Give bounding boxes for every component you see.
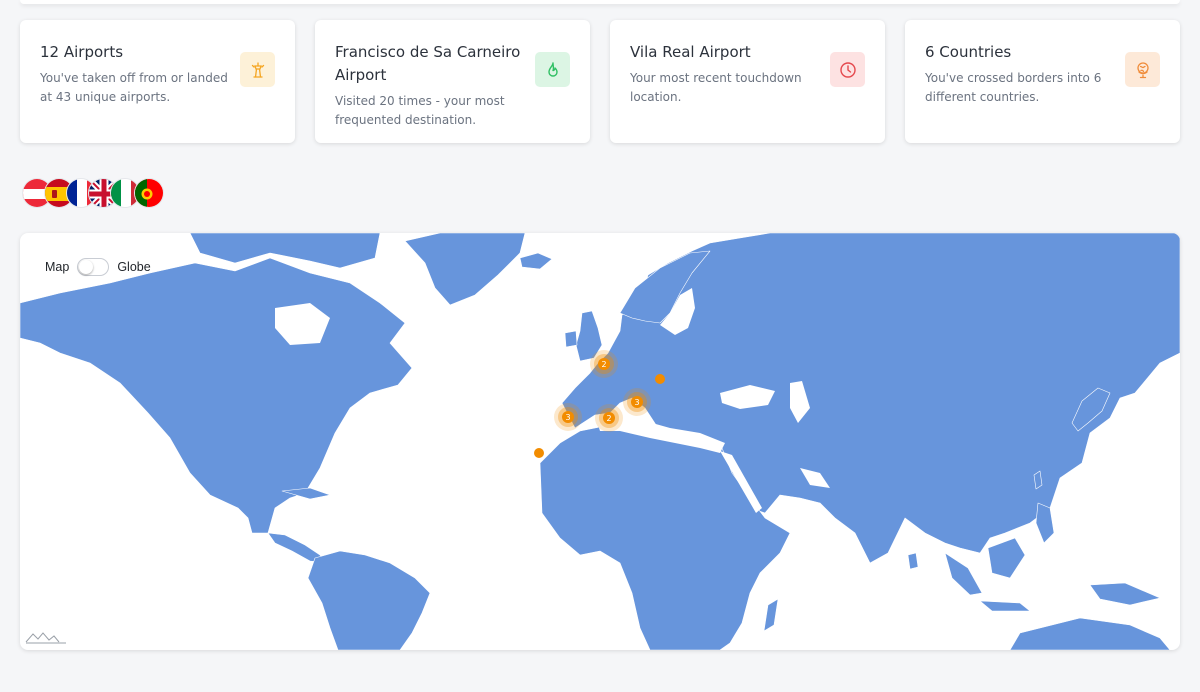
land-australia	[1009, 617, 1171, 650]
land-iceland	[519, 252, 553, 270]
toggle-knob[interactable]	[79, 260, 94, 274]
airport-marker[interactable]	[534, 448, 544, 458]
stat-description: Your most recent touchdown location.	[630, 71, 802, 104]
stat-card-recent-airport: Vila Real Airport Your most recent touch…	[610, 20, 885, 143]
stat-description: You've taken off from or landed at 43 un…	[40, 71, 228, 104]
land-sri-lanka	[907, 552, 919, 570]
stat-title: Vila Real Airport	[630, 43, 751, 61]
cluster-count: 2	[601, 360, 606, 369]
land-greenland	[404, 233, 526, 306]
land-south-america	[307, 550, 431, 650]
stat-title: 12 Airports	[40, 43, 124, 61]
land-borneo	[987, 537, 1026, 579]
stat-card-airports: 12 Airports You've taken off from or lan…	[20, 20, 295, 143]
flame-icon	[535, 52, 570, 87]
land-java	[979, 600, 1031, 612]
stat-card-countries: 6 Countries You've crossed borders into …	[905, 20, 1180, 143]
visited-country-flags	[22, 178, 182, 210]
cluster-marker[interactable]: 3	[554, 403, 582, 431]
header-panel-edge	[20, 0, 1180, 4]
travel-map[interactable]: 2 3 2 3 Map Globe	[20, 233, 1180, 650]
stat-title: Francisco de Sa Carneiro Airport	[335, 43, 521, 84]
toggle-label-globe[interactable]: Globe	[117, 260, 150, 274]
airport-marker[interactable]	[655, 374, 665, 384]
land-sumatra	[944, 552, 983, 596]
toggle-label-map[interactable]: Map	[45, 260, 69, 274]
land-north-america	[20, 257, 413, 534]
stat-title: 6 Countries	[925, 43, 1012, 61]
world-map[interactable]: 2 3 2 3	[20, 233, 1180, 650]
cluster-marker[interactable]: 2	[590, 350, 618, 378]
cluster-count: 3	[565, 413, 570, 422]
cluster-marker[interactable]: 3	[623, 388, 651, 416]
land-philippines	[1035, 502, 1055, 544]
globe-icon	[1125, 52, 1160, 87]
flag-portugal-icon	[134, 178, 164, 208]
map-attribution-logo-icon[interactable]	[25, 629, 67, 648]
airport-tower-icon	[240, 52, 275, 87]
cluster-count: 3	[634, 398, 639, 407]
map-globe-toggle[interactable]: Map Globe	[45, 256, 151, 278]
land-madagascar	[763, 598, 779, 632]
stat-description: Visited 20 times - your most frequented …	[335, 94, 505, 127]
cluster-count: 2	[606, 414, 611, 423]
land-north-america-arctic	[189, 233, 381, 269]
cluster-marker[interactable]: 2	[595, 404, 623, 432]
land-ireland	[564, 330, 578, 348]
stat-card-top-airport: Francisco de Sa Carneiro Airport Visited…	[315, 20, 590, 143]
view-toggle-switch[interactable]	[77, 258, 110, 276]
stat-description: You've crossed borders into 6 different …	[925, 71, 1102, 104]
land-new-guinea	[1089, 582, 1161, 606]
clock-icon	[830, 52, 865, 87]
